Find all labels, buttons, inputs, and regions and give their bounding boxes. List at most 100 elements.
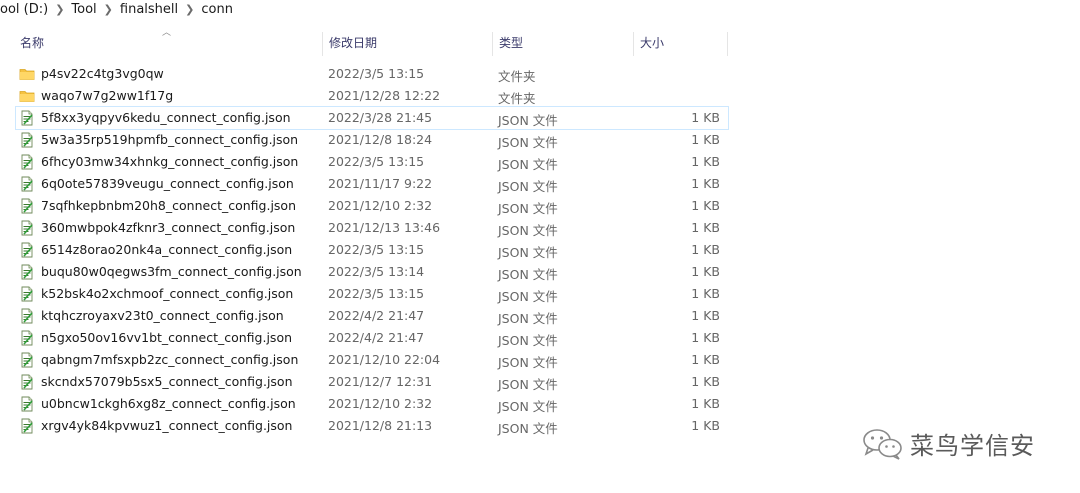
file-type: JSON 文件 bbox=[498, 135, 558, 150]
json-file-icon bbox=[19, 396, 35, 412]
file-size: 1 KB bbox=[691, 418, 720, 433]
json-file-icon bbox=[19, 154, 35, 170]
breadcrumb-tool[interactable]: Tool bbox=[71, 2, 96, 17]
breadcrumb-finalshell[interactable]: finalshell bbox=[120, 2, 178, 17]
file-name: ktqhczroyaxv23t0_connect_config.json bbox=[41, 308, 284, 323]
file-row[interactable]: n5gxo50ov16vv1bt_connect_config.json 2022… bbox=[16, 327, 728, 349]
file-row[interactable]: 6q0ote57839veugu_connect_config.json 2021… bbox=[16, 173, 728, 195]
column-header: ︿ 名称 修改日期 类型 大小 bbox=[0, 28, 740, 56]
file-row[interactable]: ktqhczroyaxv23t0_connect_config.json 2022… bbox=[16, 305, 728, 327]
file-type: 文件夹 bbox=[498, 91, 536, 106]
chevron-right-icon[interactable]: ❯ bbox=[55, 3, 64, 16]
file-size: 1 KB bbox=[691, 176, 720, 191]
folder-icon bbox=[19, 66, 35, 82]
file-row[interactable]: 6514z8orao20nk4a_connect_config.json 2022… bbox=[16, 239, 728, 261]
file-type: JSON 文件 bbox=[498, 421, 558, 436]
file-size: 1 KB bbox=[691, 242, 720, 257]
file-date: 2022/3/5 13:15 bbox=[328, 66, 425, 81]
json-file-icon bbox=[19, 330, 35, 346]
file-name: 6fhcy03mw34xhnkg_connect_config.json bbox=[41, 154, 299, 169]
chevron-right-icon[interactable]: ❯ bbox=[104, 3, 113, 16]
json-file-icon bbox=[19, 198, 35, 214]
file-size: 1 KB bbox=[691, 264, 720, 279]
file-type: JSON 文件 bbox=[498, 377, 558, 392]
column-divider[interactable] bbox=[633, 32, 634, 56]
file-name: u0bncw1ckgh6xg8z_connect_config.json bbox=[41, 396, 296, 411]
file-type: JSON 文件 bbox=[498, 289, 558, 304]
file-size: 1 KB bbox=[691, 308, 720, 323]
file-date: 2021/12/8 21:13 bbox=[328, 418, 433, 433]
file-row[interactable]: 6fhcy03mw34xhnkg_connect_config.json 2022… bbox=[16, 151, 728, 173]
watermark: 菜鸟学信安 bbox=[862, 426, 1035, 461]
file-name: qabngm7mfsxpb2zc_connect_config.json bbox=[41, 352, 299, 367]
file-name: 5f8xx3yqpyv6kedu_connect_config.json bbox=[41, 110, 291, 125]
file-type: JSON 文件 bbox=[498, 267, 558, 282]
file-row[interactable]: buqu80w0qegws3fm_connect_config.json 2022… bbox=[16, 261, 728, 283]
file-size: 1 KB bbox=[691, 330, 720, 345]
file-row[interactable]: 360mwbpok4zfknr3_connect_config.json 2021… bbox=[16, 217, 728, 239]
file-type: JSON 文件 bbox=[498, 245, 558, 260]
file-name: 360mwbpok4zfknr3_connect_config.json bbox=[41, 220, 296, 235]
file-type: JSON 文件 bbox=[498, 179, 558, 194]
file-row[interactable]: 5f8xx3yqpyv6kedu_connect_config.json 2022… bbox=[15, 106, 729, 130]
file-name: xrgv4yk84kpvwuz1_connect_config.json bbox=[41, 418, 293, 433]
file-size: 1 KB bbox=[691, 110, 720, 125]
watermark-text: 菜鸟学信安 bbox=[910, 432, 1035, 460]
file-date: 2021/12/10 22:04 bbox=[328, 352, 441, 367]
file-size: 1 KB bbox=[691, 198, 720, 213]
json-file-icon bbox=[19, 308, 35, 324]
file-size: 1 KB bbox=[691, 352, 720, 367]
file-type: JSON 文件 bbox=[498, 201, 558, 216]
file-date: 2021/12/13 13:46 bbox=[328, 220, 441, 235]
file-type: JSON 文件 bbox=[498, 399, 558, 414]
file-row[interactable]: k52bsk4o2xchmoof_connect_config.json 2022… bbox=[16, 283, 728, 305]
wechat-icon bbox=[863, 428, 902, 460]
column-divider[interactable] bbox=[492, 32, 493, 56]
file-row[interactable]: 5w3a35rp519hpmfb_connect_config.json 2021… bbox=[16, 129, 728, 151]
file-row[interactable]: qabngm7mfsxpb2zc_connect_config.json 2021… bbox=[16, 349, 728, 371]
file-size: 1 KB bbox=[691, 396, 720, 411]
file-name: n5gxo50ov16vv1bt_connect_config.json bbox=[41, 330, 293, 345]
json-file-icon bbox=[19, 176, 35, 192]
file-row[interactable]: 7sqfhkepbnbm20h8_connect_config.json 2021… bbox=[16, 195, 728, 217]
json-file-icon bbox=[19, 110, 35, 126]
file-size: 1 KB bbox=[691, 374, 720, 389]
json-file-icon bbox=[19, 220, 35, 236]
file-date: 2021/11/17 9:22 bbox=[328, 176, 433, 191]
file-row[interactable]: xrgv4yk84kpvwuz1_connect_config.json 2021… bbox=[16, 415, 728, 437]
file-type: JSON 文件 bbox=[498, 157, 558, 172]
json-file-icon bbox=[19, 286, 35, 302]
file-size: 1 KB bbox=[691, 220, 720, 235]
column-name[interactable]: 名称 bbox=[18, 32, 44, 56]
file-size: 1 KB bbox=[691, 154, 720, 169]
file-date: 2021/12/10 2:32 bbox=[328, 396, 433, 411]
breadcrumb-drive[interactable]: ool (D:) bbox=[0, 2, 48, 17]
json-file-icon bbox=[19, 132, 35, 148]
chevron-right-icon[interactable]: ❯ bbox=[185, 3, 194, 16]
file-date: 2021/12/10 2:32 bbox=[328, 198, 433, 213]
file-name: buqu80w0qegws3fm_connect_config.json bbox=[41, 264, 302, 279]
file-date: 2021/12/8 18:24 bbox=[328, 132, 433, 147]
column-type[interactable]: 类型 bbox=[497, 32, 523, 56]
column-divider[interactable] bbox=[727, 32, 728, 56]
column-date[interactable]: 修改日期 bbox=[327, 32, 377, 56]
json-file-icon bbox=[19, 264, 35, 280]
folder-row[interactable]: waqo7w7g2ww1f17g 2021/12/28 12:22 文件夹 bbox=[16, 85, 728, 107]
file-date: 2022/3/5 13:14 bbox=[328, 264, 425, 279]
json-file-icon bbox=[19, 418, 35, 434]
file-date: 2022/3/28 21:45 bbox=[328, 110, 433, 125]
file-size: 1 KB bbox=[691, 286, 720, 301]
json-file-icon bbox=[19, 352, 35, 368]
file-list: p4sv22c4tg3vg0qw 2022/3/5 13:15 文件夹 waqo7w7… bbox=[15, 63, 729, 437]
folder-row[interactable]: p4sv22c4tg3vg0qw 2022/3/5 13:15 文件夹 bbox=[16, 63, 728, 85]
file-date: 2022/3/5 13:15 bbox=[328, 154, 425, 169]
column-size[interactable]: 大小 bbox=[638, 32, 664, 56]
sort-up-icon: ︿ bbox=[162, 28, 172, 38]
file-type: JSON 文件 bbox=[498, 113, 558, 128]
file-name: k52bsk4o2xchmoof_connect_config.json bbox=[41, 286, 294, 301]
column-divider[interactable] bbox=[322, 32, 323, 56]
file-type: 文件夹 bbox=[498, 69, 536, 84]
file-row[interactable]: skcndx57079b5sx5_connect_config.json 2021… bbox=[16, 371, 728, 393]
file-row[interactable]: u0bncw1ckgh6xg8z_connect_config.json 2021… bbox=[16, 393, 728, 415]
breadcrumb-conn[interactable]: conn bbox=[201, 2, 233, 17]
